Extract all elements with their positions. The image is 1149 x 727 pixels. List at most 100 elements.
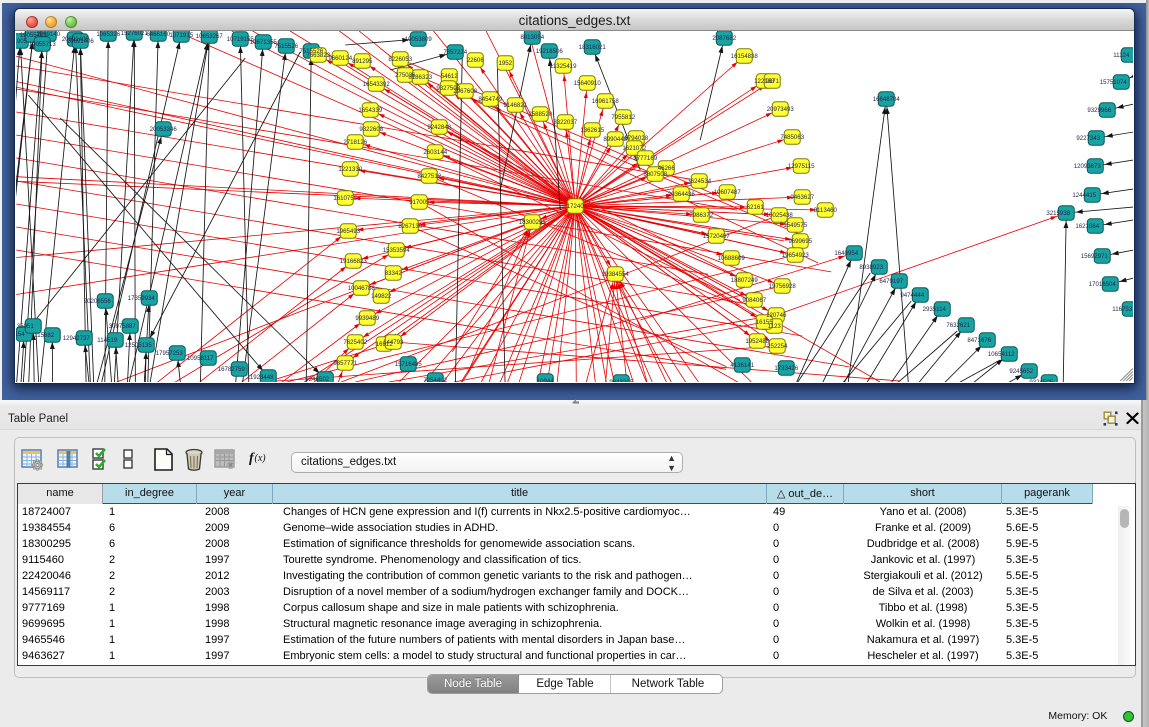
svg-text:9324505: 9324505 (1029, 379, 1053, 382)
svg-text:8186323: 8186323 (408, 74, 432, 81)
svg-text:35051: 35051 (17, 323, 35, 330)
svg-text:114519: 114519 (97, 337, 117, 344)
svg-text:116753: 116753 (1112, 306, 1132, 313)
svg-text:9246502: 9246502 (305, 376, 329, 382)
svg-text:10046788: 10046788 (348, 285, 376, 292)
svg-text:9843205: 9843205 (609, 379, 633, 382)
svg-text:10944: 10944 (537, 378, 555, 382)
svg-text:15751074: 15751074 (1100, 79, 1128, 86)
svg-text:3624534: 3624534 (687, 178, 711, 185)
svg-text:20206556: 20206556 (84, 298, 112, 305)
svg-text:1733426: 1733426 (774, 365, 798, 372)
svg-text:7857224: 7857224 (443, 49, 467, 56)
svg-text:9322608: 9322608 (359, 126, 383, 133)
svg-text:9939489: 9939489 (355, 315, 379, 322)
svg-text:10688609: 10688609 (718, 255, 746, 262)
svg-text:7485063: 7485063 (780, 134, 804, 141)
svg-text:8226053: 8226053 (388, 56, 412, 63)
svg-text:1549575: 1549575 (783, 222, 807, 229)
svg-text:20973493: 20973493 (767, 106, 795, 113)
svg-text:19055713: 19055713 (29, 41, 57, 48)
svg-text:1952488: 1952488 (745, 338, 769, 345)
svg-text:18807249: 18807249 (731, 277, 759, 284)
svg-text:39154: 39154 (16, 331, 25, 338)
svg-text:17016504: 17016504 (1089, 281, 1117, 288)
svg-text:1071915: 1071915 (169, 32, 193, 39)
svg-text:2718126: 2718126 (343, 139, 367, 146)
svg-text:(x): (x) (255, 453, 267, 464)
svg-text:30975887: 30975887 (109, 323, 137, 330)
svg-text:1362615: 1362615 (580, 127, 604, 134)
svg-text:2603144: 2603144 (423, 149, 447, 156)
svg-text:19384554: 19384554 (602, 271, 630, 278)
svg-text:1654339: 1654339 (358, 107, 382, 114)
svg-text:7663822: 7663822 (306, 52, 330, 59)
svg-text:12093873: 12093873 (1074, 163, 1102, 170)
svg-text:16154838: 16154838 (731, 53, 759, 60)
svg-text:1621064: 1621064 (1075, 223, 1099, 230)
svg-text:8813054: 8813054 (520, 34, 544, 41)
svg-text:20053346: 20053346 (150, 126, 178, 133)
svg-text:9660124: 9660124 (328, 55, 352, 62)
svg-text:11325419: 11325419 (550, 63, 577, 70)
svg-text:120746: 120746 (766, 312, 787, 319)
svg-text:149822: 149822 (371, 293, 392, 300)
svg-text:9463627: 9463627 (790, 194, 814, 201)
svg-text:9699695: 9699695 (788, 238, 812, 245)
svg-text:15692971: 15692971 (1081, 253, 1109, 260)
svg-text:115682: 115682 (34, 332, 54, 339)
svg-text:17359934: 17359934 (128, 295, 156, 302)
svg-text:19756928: 19756928 (769, 283, 797, 290)
svg-text:10053809: 10053809 (405, 36, 433, 43)
svg-text:9474444: 9474444 (900, 292, 924, 299)
svg-text:9857771: 9857771 (333, 360, 357, 367)
svg-text:1610755: 1610755 (333, 195, 357, 202)
svg-text:16782759: 16782759 (218, 366, 246, 373)
svg-text:10671355: 10671355 (250, 39, 278, 46)
svg-text:62161: 62161 (747, 204, 765, 211)
svg-text:7986372: 7986372 (689, 212, 713, 219)
svg-text:8427512: 8427512 (417, 173, 441, 180)
svg-text:1640954: 1640954 (834, 250, 858, 257)
svg-text:2967608: 2967608 (453, 88, 477, 95)
svg-text:16155: 16155 (756, 319, 774, 326)
svg-text:917005: 917005 (409, 199, 430, 206)
svg-text:1905: 1905 (16, 38, 28, 45)
svg-text:891295: 891295 (352, 58, 373, 65)
svg-text:9329966: 9329966 (1087, 107, 1111, 114)
svg-text:15640910: 15640910 (574, 80, 602, 87)
svg-text:10958117: 10958117 (187, 355, 214, 362)
svg-text:15276021: 15276021 (121, 31, 149, 37)
svg-text:9245652: 9245652 (1009, 368, 1033, 375)
svg-text:9671: 9671 (765, 78, 779, 85)
svg-text:10653267: 10653267 (196, 33, 224, 40)
svg-text:1244415: 1244415 (1072, 192, 1096, 199)
svg-text:8322037: 8322037 (553, 119, 577, 126)
svg-text:9227343: 9227343 (1076, 135, 1100, 142)
svg-text:15353594: 15353594 (383, 247, 411, 254)
svg-text:1221330: 1221330 (338, 166, 362, 173)
svg-text:12975115: 12975115 (788, 163, 815, 170)
svg-text:4136141: 4136141 (730, 362, 754, 369)
svg-text:16961758: 16961758 (592, 98, 620, 105)
svg-text:19166823: 19166823 (340, 258, 368, 265)
svg-text:9084067: 9084067 (742, 297, 766, 304)
svg-text:7625402: 7625402 (343, 339, 367, 346)
svg-text:11124: 11124 (1113, 52, 1130, 59)
svg-text:12942737: 12942737 (63, 335, 91, 342)
svg-text:1952: 1952 (498, 60, 512, 67)
svg-text:18316021: 18316021 (579, 44, 607, 51)
svg-text:7254402: 7254402 (423, 377, 447, 382)
svg-text:8113460: 8113460 (814, 207, 838, 214)
svg-text:7955812: 7955812 (611, 114, 635, 121)
svg-text:6794028: 6794028 (624, 135, 648, 142)
svg-text:8267130: 8267130 (398, 223, 422, 230)
svg-text:54612: 54612 (441, 73, 459, 80)
svg-text:20364436: 20364436 (668, 191, 696, 198)
svg-text:17957253: 17957253 (156, 350, 184, 357)
svg-text:15716485: 15716485 (395, 361, 423, 368)
svg-text:6807508: 6807508 (643, 171, 667, 178)
svg-text:22606: 22606 (467, 57, 485, 64)
svg-text:9242848: 9242848 (427, 124, 451, 131)
svg-text:7515526: 7515526 (274, 43, 298, 50)
